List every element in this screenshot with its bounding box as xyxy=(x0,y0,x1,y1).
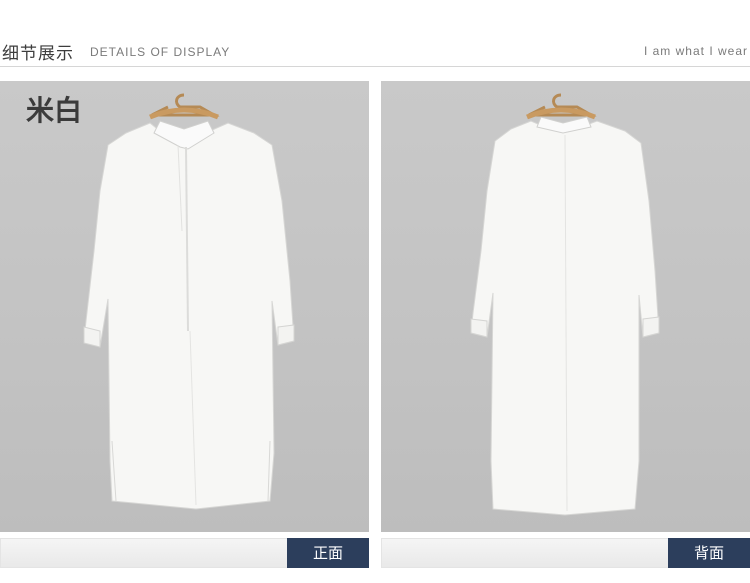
front-view-photo: 米白 xyxy=(0,81,369,532)
section-title-cn: 细节展示 xyxy=(2,44,74,64)
section-title-en: DETAILS OF DISPLAY xyxy=(90,45,231,59)
section-header: 细节展示 DETAILS OF DISPLAY I am what I wear xyxy=(0,0,750,80)
brand-slogan: I am what I wear xyxy=(643,44,748,58)
front-caption-bar: 正面 xyxy=(0,538,369,568)
back-view-photo xyxy=(381,81,750,532)
color-label: 米白 xyxy=(26,94,83,127)
front-caption: 正面 xyxy=(287,538,369,568)
back-shirt-dress-image xyxy=(470,93,660,516)
header-divider xyxy=(0,66,750,67)
front-shirt-dress-image xyxy=(83,93,295,510)
back-caption: 背面 xyxy=(668,538,750,568)
back-caption-bar: 背面 xyxy=(381,538,750,568)
